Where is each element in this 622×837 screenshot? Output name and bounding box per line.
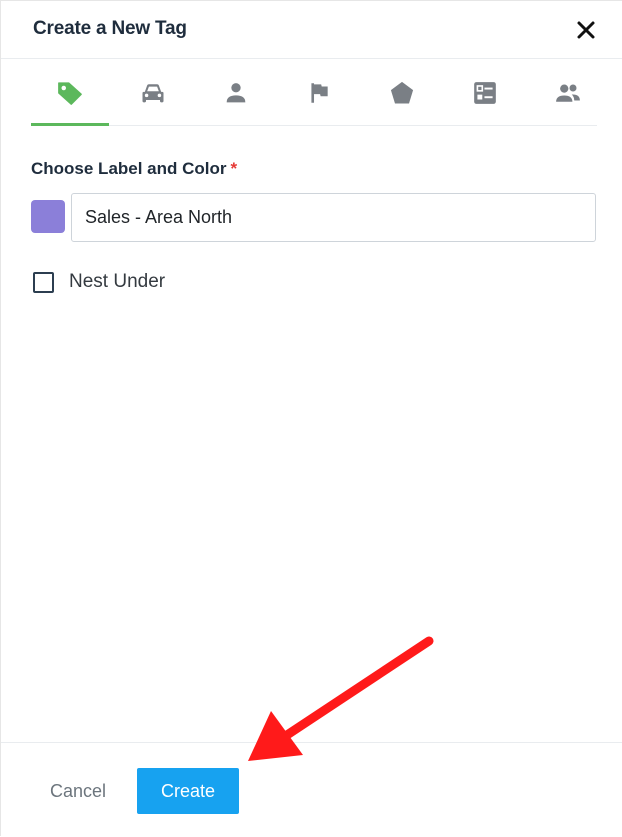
tag-label-input[interactable]: [71, 193, 596, 242]
tab-checklist[interactable]: [446, 61, 524, 125]
checklist-icon: [474, 82, 496, 104]
nest-under-option[interactable]: Nest Under: [33, 269, 165, 295]
tab-tag[interactable]: [31, 61, 109, 126]
nest-under-label: Nest Under: [69, 271, 166, 292]
tag-icon: [58, 82, 82, 105]
tab-group[interactable]: [529, 61, 607, 125]
tab-person[interactable]: [197, 61, 275, 125]
color-picker-swatch[interactable]: [31, 200, 65, 233]
dialog-header: Create a New Tag: [1, 1, 622, 59]
nest-under-checkbox[interactable]: [33, 271, 54, 293]
close-button[interactable]: [573, 17, 599, 43]
create-tag-dialog: Create a New Tag Choose Label and Color …: [0, 0, 622, 836]
tab-vehicle[interactable]: [114, 61, 192, 125]
tab-flag[interactable]: [280, 61, 358, 125]
pentagon-icon: [390, 81, 414, 104]
tag-type-tabs: [31, 61, 597, 126]
close-icon: [577, 21, 595, 39]
label-and-color-text: Choose Label and Color: [31, 159, 227, 178]
flag-icon: [311, 83, 328, 103]
red-arrow-pointing-to-create-button-icon: [248, 636, 434, 761]
car-icon: [142, 84, 164, 103]
tab-zone[interactable]: [363, 61, 441, 125]
people-icon: [556, 84, 580, 102]
person-icon: [226, 83, 246, 103]
create-button[interactable]: Create: [137, 768, 239, 814]
required-marker: *: [230, 159, 238, 178]
dialog-title: Create a New Tag: [33, 18, 187, 39]
cancel-button[interactable]: Cancel: [35, 768, 121, 814]
label-and-color-heading: Choose Label and Color *: [31, 159, 237, 179]
